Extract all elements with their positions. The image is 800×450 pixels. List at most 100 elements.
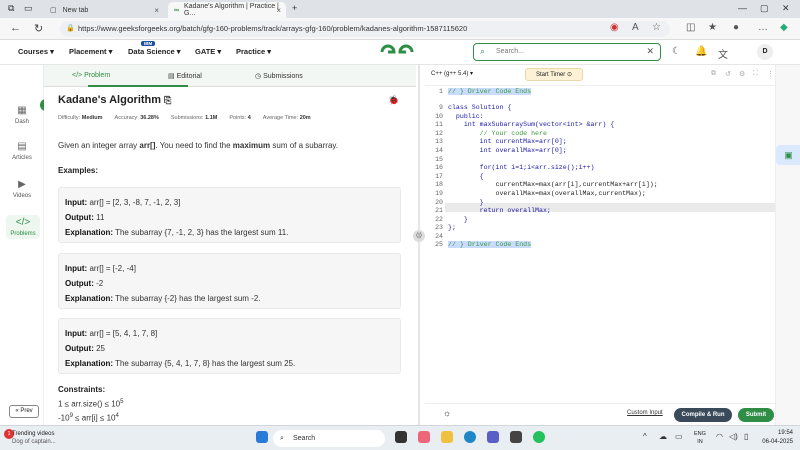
more-icon[interactable]: … <box>758 22 768 33</box>
chevron-up-icon[interactable]: ^ <box>643 432 647 441</box>
examples-heading: Examples: <box>58 166 99 175</box>
translate-icon[interactable]: 文 <box>718 46 728 61</box>
constraint-text: ≤ arr[i] ≤ 10 <box>72 413 116 423</box>
dark-mode-icon[interactable]: ☾ <box>672 46 681 57</box>
close-icon[interactable]: × <box>154 6 159 15</box>
bug-report-icon[interactable]: 🐞 <box>388 95 399 106</box>
tab-submissions[interactable]: ◷ Submissions <box>255 72 303 80</box>
url-field[interactable]: 🔒 https://www.geeksforgeeks.org/batch/gf… <box>60 21 670 37</box>
bookmark-icon[interactable]: ⎘ <box>164 95 171 105</box>
input-language[interactable]: ENG IN <box>694 430 706 446</box>
panel-divider[interactable] <box>418 65 420 425</box>
clock[interactable]: 19:54 06-04-2025 <box>755 429 793 447</box>
timer-label: Start Timer <box>535 72 566 78</box>
task-view-icon[interactable] <box>395 431 407 443</box>
edge-icon[interactable] <box>464 431 476 443</box>
battery-status-icon[interactable]: ▯ <box>744 432 748 441</box>
news-widget[interactable]: Trending videos Dog of captain... <box>12 430 56 446</box>
tab-editorial[interactable]: ▤ Editorial <box>168 72 202 80</box>
browser-tab-new[interactable]: ▢ New tab × <box>44 2 164 18</box>
start-timer-button[interactable]: Start Timer ⊙ <box>525 68 583 81</box>
rail-item-dash[interactable]: ▦ Dash <box>0 105 44 125</box>
store-icon[interactable] <box>510 431 522 443</box>
line-number: 17 <box>435 173 443 180</box>
output-label: Output: <box>65 344 94 353</box>
avatar[interactable]: D <box>757 44 773 60</box>
file-explorer-icon[interactable] <box>441 431 453 443</box>
battery-icon[interactable]: ▭ <box>675 432 683 441</box>
line-number: 9 <box>439 104 443 111</box>
clear-icon[interactable]: ✕ <box>646 46 654 57</box>
menu-gate[interactable]: GATE ▾ <box>195 47 221 56</box>
language-select[interactable]: C++ (g++ 5.4) ▾ <box>431 70 473 77</box>
tracking-icon[interactable]: ◉ <box>610 22 619 33</box>
right-sidebar: ▣ <box>775 65 800 425</box>
back-icon[interactable]: ← <box>10 22 21 34</box>
code-line: // Your code here <box>448 130 547 137</box>
fullscreen-icon[interactable]: ⛶ <box>753 70 758 78</box>
menu-courses[interactable]: Courses ▾ <box>18 47 54 56</box>
rail-label: Videos <box>12 193 32 199</box>
custom-input-link[interactable]: Custom Input <box>627 410 663 416</box>
rail-item-articles[interactable]: ▤ Articles <box>0 141 44 161</box>
theme-icon[interactable]: ☼ <box>443 408 451 418</box>
example-output: -2 <box>96 279 104 288</box>
teams-icon[interactable] <box>487 431 499 443</box>
whatsapp-icon[interactable] <box>533 431 545 443</box>
onedrive-icon[interactable]: ☁ <box>659 432 667 441</box>
tab-actions-icon[interactable]: ▭ <box>24 3 33 14</box>
browser-tab-active[interactable]: ∞ Kadane's Algorithm | Practice | G... × <box>168 2 286 18</box>
difficulty-value: Medium <box>81 115 103 121</box>
rail-item-problems[interactable]: </> Problems <box>6 215 40 239</box>
read-aloud-icon[interactable]: A <box>632 22 639 33</box>
taskbar-search[interactable]: ⌕ Search <box>273 430 385 447</box>
submit-button[interactable]: Submit <box>738 408 774 422</box>
reset-icon[interactable]: ↺ <box>725 70 731 78</box>
prev-button[interactable]: « Prev <box>9 405 39 418</box>
code-editor[interactable]: 1 // } Driver Code Ends 9 class Solution {1… <box>425 85 775 403</box>
rail-item-videos[interactable]: ▶ Videos <box>0 179 44 199</box>
gfg-logo[interactable] <box>379 42 415 62</box>
example-input: arr[] = [5, 4, 1, 7, 8] <box>89 329 158 338</box>
menu-practice[interactable]: Practice ▾ <box>236 47 271 56</box>
rail-label: Dash <box>14 119 29 125</box>
line-number: 22 <box>435 216 443 223</box>
meta-label: Accuracy: <box>114 115 139 121</box>
more-icon[interactable]: ⋮ <box>767 70 774 78</box>
menu-placement[interactable]: Placement ▾ <box>69 47 112 56</box>
code-line: // } Driver Code Ends <box>448 88 532 95</box>
refresh-icon[interactable]: ↻ <box>34 22 43 35</box>
profile-icon[interactable]: ● <box>733 22 739 33</box>
volume-icon[interactable]: ◁) <box>729 432 738 441</box>
code-line: class Solution { <box>448 104 512 111</box>
menu-data-science[interactable]: Data Science ▾ <box>128 47 181 56</box>
copy-icon[interactable]: ⧉ <box>711 70 716 78</box>
favorite-star-icon[interactable]: ☆ <box>652 22 661 33</box>
maximize-icon[interactable]: ▢ <box>760 3 769 14</box>
code-line: overallMax=max(overallMax,currentMax); <box>448 190 646 197</box>
wifi-icon[interactable]: ◠ <box>716 432 723 441</box>
notification-bell-icon[interactable]: 🔔 <box>695 46 707 57</box>
close-icon[interactable]: × <box>276 6 281 15</box>
copilot-icon[interactable]: ◆ <box>780 22 788 33</box>
window-close-icon[interactable]: ✕ <box>782 3 790 14</box>
favorites-icon[interactable]: ★ <box>708 22 717 33</box>
example-input: arr[] = [-2, -4] <box>89 264 136 273</box>
tab-problem[interactable]: </> Problem <box>72 72 110 79</box>
constraint-line: -109 ≤ arr[i] ≤ 104 <box>58 413 119 423</box>
example-output: 11 <box>96 213 105 222</box>
resize-handle-icon[interactable]: ⟨|⟩ <box>413 230 425 242</box>
site-search-input[interactable]: ⌕ Search... ✕ <box>473 43 661 61</box>
new-tab-icon[interactable]: + <box>292 3 297 13</box>
settings-icon[interactable]: ⚙ <box>739 70 745 78</box>
rail-label: Problems <box>10 231 36 237</box>
ibm-badge: IBM <box>141 41 156 46</box>
compile-run-button[interactable]: Compile & Run <box>674 408 732 422</box>
chat-icon[interactable]: ▣ <box>776 145 800 165</box>
line-number: 11 <box>435 121 443 128</box>
minimize-icon[interactable]: — <box>738 3 747 13</box>
workspaces-icon[interactable]: ⧉ <box>8 3 14 14</box>
split-screen-icon[interactable]: ◫ <box>686 22 695 33</box>
copilot-app-icon[interactable] <box>418 431 430 443</box>
start-icon[interactable] <box>256 431 268 443</box>
